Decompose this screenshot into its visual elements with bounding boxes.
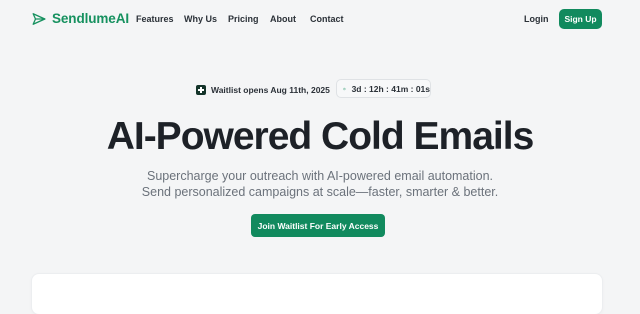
hero-subtitle-line-2: Send personalized campaigns at scale—fas… bbox=[141, 185, 499, 199]
nav-link-contact[interactable]: Contact bbox=[310, 13, 344, 25]
waitlist-badge: Waitlist opens Aug 11th, 2025 bbox=[196, 80, 330, 100]
top-navbar: SendlumeAI Features Why Us Pricing About… bbox=[0, 0, 640, 38]
hero-subtitle: Supercharge your outreach with AI-powere… bbox=[0, 168, 640, 200]
signup-button[interactable]: Sign Up bbox=[559, 9, 602, 29]
countdown-value: 3d : 12h : 41m : 01s bbox=[351, 83, 430, 94]
join-waitlist-button[interactable]: Join Waitlist For Early Access bbox=[251, 214, 385, 237]
nav-link-features[interactable]: Features bbox=[136, 13, 174, 25]
plus-square-icon bbox=[196, 85, 206, 95]
preview-card bbox=[32, 274, 602, 314]
nav-link-pricing[interactable]: Pricing bbox=[228, 13, 259, 25]
nav-link-why-us[interactable]: Why Us bbox=[184, 13, 217, 25]
login-link[interactable]: Login bbox=[524, 13, 549, 25]
nav-link-about[interactable]: About bbox=[270, 13, 296, 25]
brand-name: SendlumeAI bbox=[52, 11, 130, 26]
paper-plane-icon bbox=[32, 13, 46, 25]
hero-title: AI-Powered Cold Emails bbox=[106, 115, 535, 158]
countdown-timer: 3d : 12h : 41m : 01s bbox=[336, 79, 431, 98]
clock-icon bbox=[343, 87, 346, 90]
brand-logo[interactable]: SendlumeAI bbox=[32, 10, 129, 28]
hero-subtitle-line-1: Supercharge your outreach with AI-powere… bbox=[146, 169, 494, 183]
waitlist-date-text: Waitlist opens Aug 11th, 2025 bbox=[211, 85, 330, 95]
